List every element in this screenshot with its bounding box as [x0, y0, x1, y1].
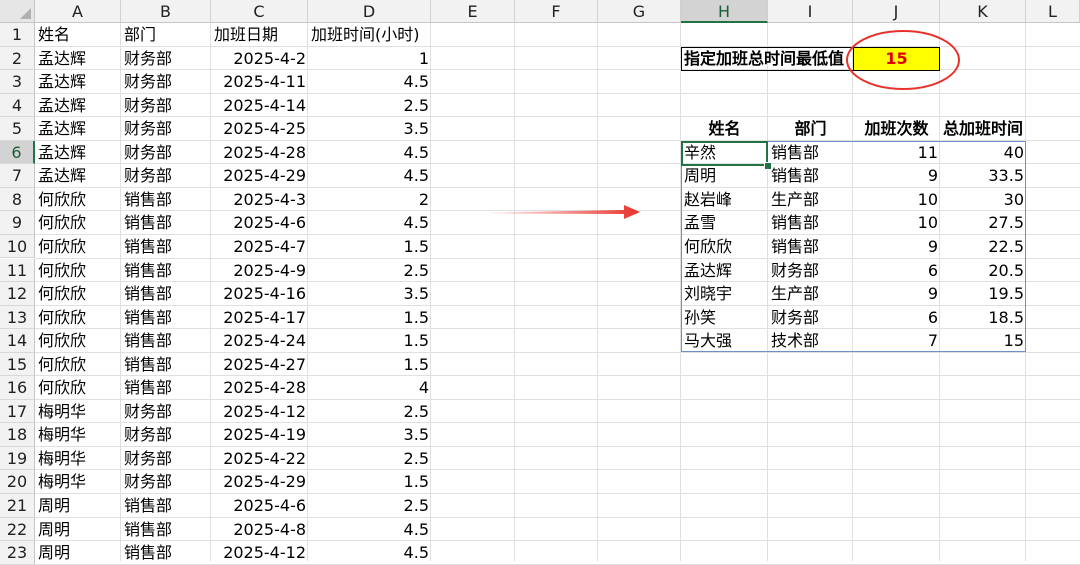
- spreadsheet[interactable]: ABCDEFGHIJKL 1 2 3 4 5 6 7 8 9 10 11 12 13 14 15 16 17 18…: [0, 0, 1080, 565]
- annotation-overlay: [490, 30, 960, 219]
- red-arrow-icon: [490, 205, 640, 219]
- red-circle-annotation: [846, 30, 960, 90]
